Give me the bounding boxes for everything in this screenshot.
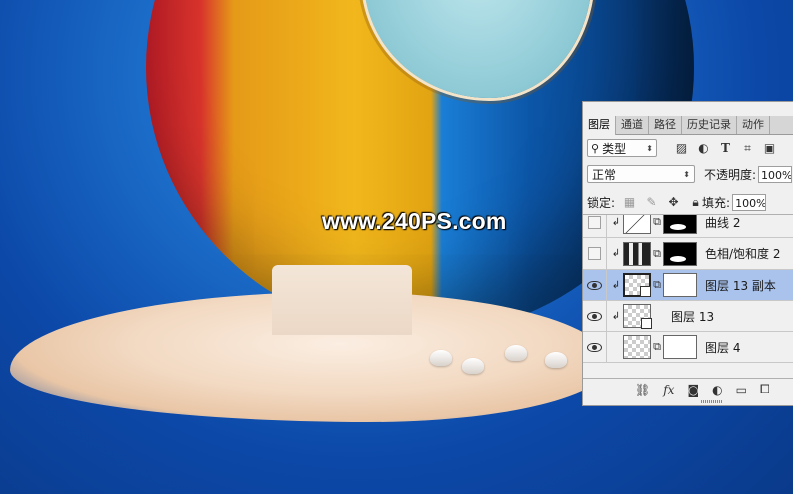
lock-label: 锁定: <box>587 195 616 210</box>
lock-all-icon[interactable]: 🔒︎ <box>689 195 702 209</box>
clipping-arrow-icon: ↲ <box>611 279 621 291</box>
search-icon: ⚲ <box>591 141 600 155</box>
eye-icon <box>587 342 602 352</box>
clipping-arrow-icon: ↲ <box>611 310 621 322</box>
link-icon: ⧉ <box>653 246 661 260</box>
new-group-icon[interactable]: ▭ <box>736 383 747 397</box>
text-filter-icon[interactable]: T <box>719 141 732 155</box>
visibility-toggle[interactable] <box>583 331 607 363</box>
lock-transparency-icon[interactable]: ▦ <box>623 195 636 209</box>
eye-icon <box>587 311 602 321</box>
layer-name: 图层 4 <box>705 340 741 355</box>
visibility-toggle[interactable] <box>583 215 607 238</box>
layers-panel: 图层 通道 路径 历史记录 动作 ⚲ 类型 ⬍ ▨ ◐ T ⌗ ▣ 正常 ⬍ 不… <box>582 101 793 406</box>
blend-row: 正常 ⬍ 不透明度: 100% <box>587 164 793 184</box>
lock-pixels-icon[interactable]: ✎ <box>645 195 658 209</box>
smart-object-filter-icon[interactable]: ▣ <box>763 141 776 155</box>
shape-filter-icon[interactable]: ⌗ <box>741 141 754 155</box>
adjustment-layer-icon[interactable]: ◐ <box>712 383 722 397</box>
tab-paths[interactable]: 路径 <box>649 116 682 134</box>
tab-history[interactable]: 历史记录 <box>682 116 737 134</box>
new-layer-icon[interactable]: ⧠ <box>760 382 770 397</box>
tab-channels[interactable]: 通道 <box>616 116 649 134</box>
filter-kind-select[interactable]: ⚲ 类型 ⬍ <box>587 139 657 157</box>
image-filter-icon[interactable]: ▨ <box>675 141 688 155</box>
layer-thumbnail <box>623 273 651 297</box>
layer-row-layer13[interactable]: ↲ 图层 13 <box>583 300 793 332</box>
resize-grip[interactable] <box>701 400 723 403</box>
link-icon: ⧉ <box>653 340 661 353</box>
layer-row-layer13-copy[interactable]: ↲ ⧉ 图层 13 副本 <box>583 269 793 301</box>
layers-list: ↲ ⧉ 曲线 2 ↲ ⧉ 色相/饱和度 2 ↲ ⧉ 图层 13 副本 ↲ 图层 … <box>583 214 793 378</box>
opacity-label: 不透明度: <box>704 167 757 182</box>
panel-footer: ⛓ fx ◙ ◐ ▭ ⧠ <box>583 378 793 400</box>
layer-name: 图层 13 副本 <box>705 278 776 293</box>
blend-mode-value: 正常 <box>592 167 617 182</box>
torn-hole <box>364 0 592 98</box>
shell-icon <box>505 345 527 361</box>
layer-name: 色相/饱和度 2 <box>705 247 781 261</box>
visibility-toggle[interactable] <box>583 238 607 269</box>
lock-row: 锁定: ▦ ✎ ✥ 🔒︎ 填充: 100% <box>587 192 793 212</box>
sand-path <box>272 265 412 335</box>
layer-name: 图层 13 <box>671 309 715 324</box>
layer-thumbnail <box>623 335 651 359</box>
layer-mask-thumbnail[interactable] <box>663 215 697 234</box>
layer-row-curves[interactable]: ↲ ⧉ 曲线 2 <box>583 215 793 238</box>
filter-kind-label: 类型 <box>602 141 627 156</box>
tab-actions[interactable]: 动作 <box>737 116 770 134</box>
link-layers-icon[interactable]: ⛓ <box>635 383 650 397</box>
curves-thumbnail-icon <box>623 215 651 234</box>
filter-toolbar: ⚲ 类型 ⬍ ▨ ◐ T ⌗ ▣ <box>587 137 792 159</box>
tab-layers[interactable]: 图层 <box>583 116 616 135</box>
hue-saturation-thumbnail-icon <box>623 241 651 266</box>
visibility-toggle[interactable] <box>583 269 607 301</box>
panel-tabs: 图层 通道 路径 历史记录 动作 <box>583 116 793 135</box>
stepper-arrows-icon: ⬍ <box>683 169 690 179</box>
layer-thumbnail <box>623 304 652 329</box>
fill-input[interactable]: 100% <box>732 193 767 211</box>
visibility-toggle[interactable] <box>583 300 607 332</box>
link-icon: ⧉ <box>653 215 661 228</box>
shell-icon <box>430 350 452 366</box>
shell-icon <box>545 352 567 368</box>
layer-name: 曲线 2 <box>705 215 741 230</box>
fx-icon[interactable]: fx <box>663 383 674 397</box>
adjustment-filter-icon[interactable]: ◐ <box>697 141 710 155</box>
clipping-arrow-icon: ↲ <box>611 248 621 259</box>
smart-object-icon <box>641 318 652 329</box>
blend-mode-select[interactable]: 正常 ⬍ <box>587 165 695 183</box>
lock-position-icon[interactable]: ✥ <box>667 195 680 209</box>
eye-icon <box>587 280 602 290</box>
smart-object-icon <box>640 286 651 297</box>
link-icon: ⧉ <box>653 278 661 291</box>
add-mask-icon[interactable]: ◙ <box>687 383 699 397</box>
layer-row-layer4[interactable]: ⧉ 图层 4 <box>583 331 793 363</box>
layer-row-hue-saturation[interactable]: ↲ ⧉ 色相/饱和度 2 <box>583 238 793 270</box>
clipping-arrow-icon: ↲ <box>611 216 621 228</box>
shell-icon <box>462 358 484 374</box>
opacity-input[interactable]: 100% <box>758 165 793 183</box>
layer-mask-thumbnail[interactable] <box>663 273 697 297</box>
watermark-text: www.240PS.com <box>322 208 507 234</box>
layer-mask-thumbnail[interactable] <box>663 241 697 266</box>
stepper-arrows-icon: ⬍ <box>646 143 653 153</box>
fill-label: 填充: <box>702 195 731 210</box>
layer-mask-thumbnail[interactable] <box>663 335 697 359</box>
